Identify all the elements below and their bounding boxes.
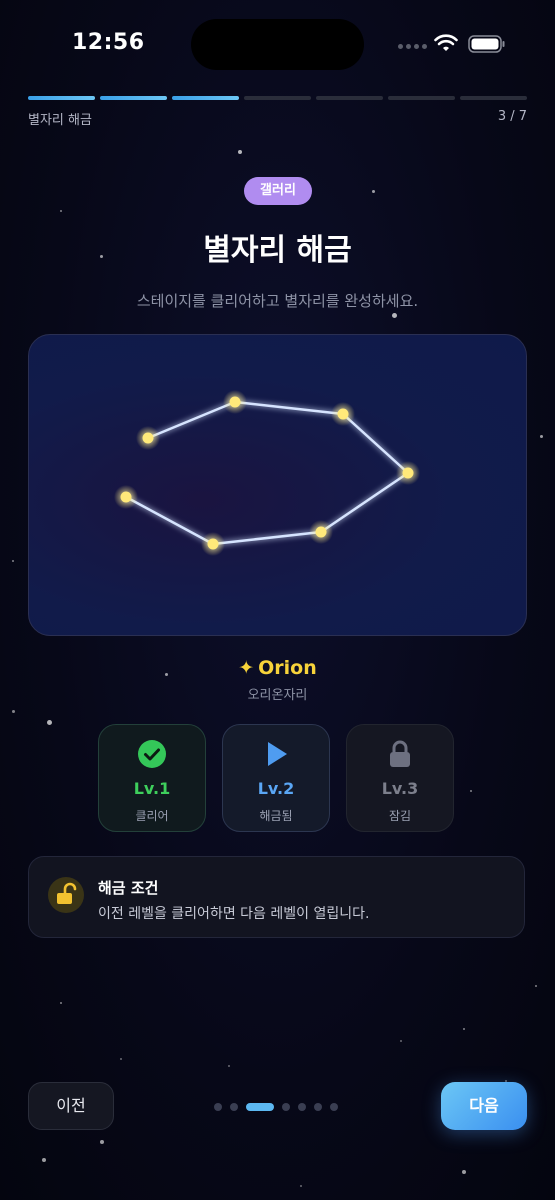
sparkle-icon: ✦ xyxy=(238,657,255,679)
background-star xyxy=(100,1140,104,1144)
constellation-name-text: Orion xyxy=(258,657,317,679)
background-star xyxy=(300,1185,302,1187)
background-star xyxy=(47,720,52,725)
background-star xyxy=(60,210,62,212)
constellation-star xyxy=(315,526,327,538)
play-icon xyxy=(268,742,287,766)
level-state: 해금됨 xyxy=(259,809,293,823)
unlock-icon xyxy=(57,882,77,904)
background-star xyxy=(392,313,397,318)
background-star xyxy=(12,710,15,713)
constellation-star xyxy=(402,467,414,479)
page-indicator xyxy=(214,1103,338,1111)
level-state: 클리어 xyxy=(135,809,169,823)
progress-segment xyxy=(100,96,167,100)
lock-icon xyxy=(390,740,410,767)
dynamic-island xyxy=(191,19,364,70)
background-star xyxy=(120,1058,122,1060)
level-label: Lv.3 xyxy=(381,779,419,798)
page-dot[interactable] xyxy=(214,1103,222,1111)
constellation-line xyxy=(124,495,215,546)
background-star xyxy=(470,790,472,792)
constellation-star xyxy=(142,432,154,444)
level-card-2[interactable]: Lv.2 해금됨 xyxy=(222,724,330,832)
constellation-star xyxy=(207,538,219,550)
background-star xyxy=(535,985,537,987)
constellation-line xyxy=(146,400,237,440)
progress-segment xyxy=(460,96,527,100)
progress-segment xyxy=(172,96,239,100)
background-star xyxy=(462,1170,466,1174)
previous-button[interactable]: 이전 xyxy=(28,1082,114,1130)
cellular-signal-icon xyxy=(398,44,427,49)
background-star xyxy=(228,1065,230,1067)
status-time: 12:56 xyxy=(72,30,145,55)
constellation-line xyxy=(341,412,410,475)
background-star xyxy=(60,1002,62,1004)
category-badge: 갤러리 xyxy=(244,177,312,205)
check-circle-icon xyxy=(138,740,166,768)
page-dot[interactable] xyxy=(314,1103,322,1111)
background-star xyxy=(400,1040,402,1042)
battery-icon xyxy=(468,35,505,53)
constellation-star xyxy=(229,396,241,408)
wifi-icon xyxy=(434,34,458,51)
background-star xyxy=(12,560,14,562)
level-state: 잠김 xyxy=(388,809,412,823)
page-dot-active[interactable] xyxy=(246,1103,274,1111)
page-subtitle: 스테이지를 클리어하고 별자리를 완성하세요. xyxy=(136,292,419,310)
page-dot[interactable] xyxy=(298,1103,306,1111)
constellation-line xyxy=(319,471,410,534)
progress-step-label: 별자리 해금 xyxy=(28,113,92,128)
level-card-1[interactable]: Lv.1 클리어 xyxy=(98,724,206,832)
background-star xyxy=(463,1028,465,1030)
background-star xyxy=(540,435,543,438)
next-button[interactable]: 다음 xyxy=(441,1082,527,1130)
background-star xyxy=(42,1158,46,1162)
constellation-line xyxy=(233,400,345,416)
level-label: Lv.2 xyxy=(257,779,295,798)
unlock-condition-title: 해금 조건 xyxy=(98,879,159,897)
page-dot[interactable] xyxy=(330,1103,338,1111)
progress-step-count: 3 / 7 xyxy=(497,109,527,124)
unlock-icon-badge xyxy=(48,877,84,913)
page-dot[interactable] xyxy=(282,1103,290,1111)
status-bar: 12:56 xyxy=(0,0,555,90)
level-card-3[interactable]: Lv.3 잠김 xyxy=(346,724,454,832)
page-title: 별자리 해금 xyxy=(203,233,352,268)
constellation-name: ✦ Orion xyxy=(0,657,555,679)
progress-segment xyxy=(244,96,311,100)
unlock-condition-box: 해금 조건 이전 레벨을 클리어하면 다음 레벨이 열립니다. xyxy=(28,856,525,938)
page-dot[interactable] xyxy=(230,1103,238,1111)
onboarding-progress-bar xyxy=(28,96,527,100)
constellation-star xyxy=(120,491,132,503)
level-label: Lv.1 xyxy=(133,779,171,798)
progress-segment xyxy=(316,96,383,100)
constellation-graphic xyxy=(114,390,420,556)
progress-segment xyxy=(388,96,455,100)
constellation-korean-name: 오리온자리 xyxy=(247,688,308,703)
unlock-condition-description: 이전 레벨을 클리어하면 다음 레벨이 열립니다. xyxy=(98,906,370,922)
background-star xyxy=(372,190,375,193)
progress-segment xyxy=(28,96,95,100)
constellation-line xyxy=(211,530,323,546)
background-star xyxy=(238,150,242,154)
constellation-star xyxy=(337,408,349,420)
constellation-card xyxy=(28,334,527,636)
